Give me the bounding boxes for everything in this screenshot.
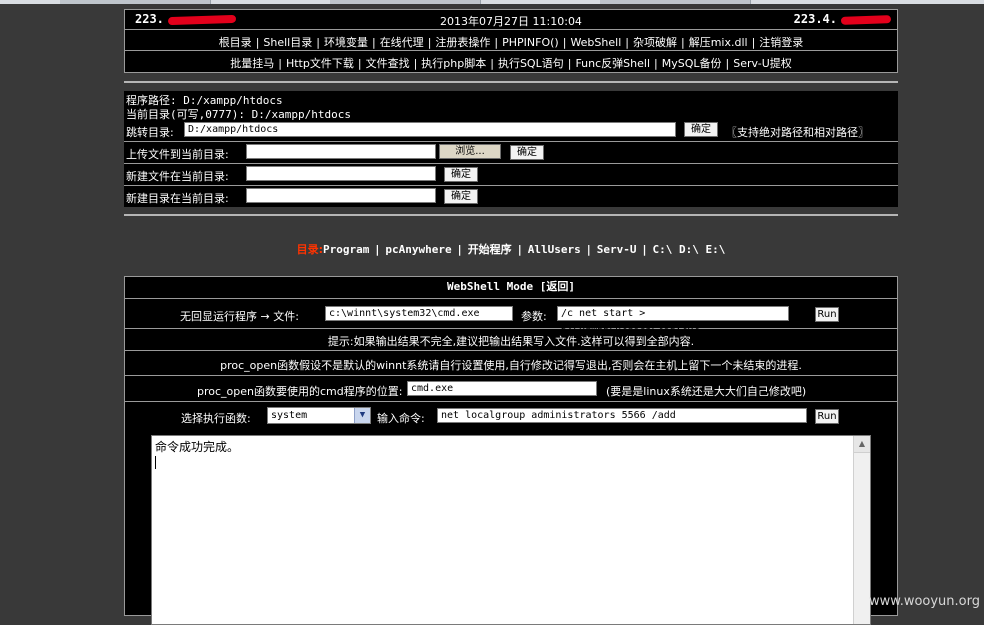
browser-tab[interactable] [330,0,481,4]
command-label: 输入命令: [377,412,425,425]
jump-row: 跳转目录: D:/xampp/htdocs 确定 〖支持绝对路径和相对路径〗 [124,120,898,141]
newdir-label: 新建目录在当前目录: [126,192,229,205]
run-noecho-button[interactable]: Run [815,307,839,322]
upload-label: 上传文件到当前目录: [126,148,229,161]
jump-note: 〖支持绝对路径和相对路径〗 [726,126,869,139]
nav-root-dir[interactable]: 根目录 [219,36,252,49]
dir-drives[interactable]: C:\ D:\ E:\ [653,243,726,256]
newdir-row: 新建目录在当前目录: 确定 [124,185,898,206]
webshell-title-row: WebShell Mode [返回] [125,277,897,299]
nav-reverse-shell[interactable]: Func反弹Shell [575,57,650,70]
nav-http-download[interactable]: Http文件下载 [286,57,354,70]
cmd-path-row: proc_open函数要使用的cmd程序的位置: cmd.exe (要是是lin… [125,376,897,402]
header-info-row: 223. 2013年07月27日 11:10:04 223.4. [125,10,897,30]
back-link[interactable]: [返回] [540,280,575,293]
directory-shortcuts: 目录:Program | pcAnywhere | 开始程序 | AllUsers | Serv… [296,243,726,256]
nav-exec-sql[interactable]: 执行SQL语句 [498,57,564,70]
newfile-row: 新建文件在当前目录: 确定 [124,163,898,184]
nav-logout[interactable]: 注销登录 [759,36,803,49]
dir-start-menu[interactable]: 开始程序 [468,243,512,256]
secondary-nav: 批量挂马 | Http文件下载 | 文件查找 | 执行php脚本 | 执行SQL语句 | Func反… [230,57,792,70]
browser-tab[interactable] [600,0,751,4]
divider [124,214,898,216]
upload-row: 上传文件到当前目录: 浏览... 确定 [124,141,898,162]
newfile-confirm-button[interactable]: 确定 [444,167,478,182]
jump-label: 跳转目录: [126,126,174,139]
redaction-mark [840,14,892,25]
param-label: 参数: [521,310,547,323]
nav-mysql-backup[interactable]: MySQL备份 [662,57,722,70]
newfile-input[interactable] [246,166,436,181]
nav-servu-privesc[interactable]: Serv-U提权 [733,57,792,70]
dir-program[interactable]: Program [323,243,369,256]
hint-output-incomplete: 提示:如果输出结果不完全,建议把输出结果写入文件.这样可以得到全部内容. [327,335,695,348]
browser-tab-strip [0,0,984,4]
cmd-path-note: (要是是linux系统还是大大们自己修改吧) [606,385,807,398]
primary-nav-row: 根目录 | Shell目录 | 环境变量 | 在线代理 | 注册表操作 | PHPINFO() | We… [125,31,897,51]
chevron-down-icon: ▼ [354,408,370,423]
nav-online-proxy[interactable]: 在线代理 [380,36,424,49]
func-label: 选择执行函数: [181,412,251,425]
noecho-label: 无回显运行程序 → 文件: [180,310,299,323]
run-command-button[interactable]: Run [815,409,839,424]
nav-unzip-mix[interactable]: 解压mix.dll [689,36,748,49]
scroll-up-arrow-icon[interactable]: ▲ [854,436,870,453]
nav-registry[interactable]: 注册表操作 [435,36,490,49]
newdir-confirm-button[interactable]: 确定 [444,189,478,204]
dir-label: 目录: [296,243,324,256]
dir-allusers[interactable]: AllUsers [528,243,581,256]
browser-tab[interactable] [60,0,211,4]
nav-shell-dir[interactable]: Shell目录 [263,36,312,49]
divider [124,81,898,83]
exec-function-select[interactable]: system ▼ [267,407,371,424]
nav-webshell[interactable]: WebShell [570,36,621,49]
primary-nav: 根目录 | Shell目录 | 环境变量 | 在线代理 | 注册表操作 | PHPINFO() | We… [218,36,804,49]
browse-button[interactable]: 浏览... [439,144,501,159]
server-ip-right: 223.4. [794,12,892,26]
upload-file-input[interactable] [246,144,436,159]
jump-dir-input[interactable]: D:/xampp/htdocs [184,122,676,137]
webshell-panel: WebShell Mode [返回] 无回显运行程序 → 文件: c:\winn… [124,276,898,625]
hint-proc-open: proc_open函数假设不是默认的winnt系统请自行设置使用,自行修改记得写… [220,359,802,372]
jump-confirm-button[interactable]: 确定 [684,122,718,137]
noecho-run-row: 无回显运行程序 → 文件: c:\winnt\system32\cmd.exe … [125,299,897,332]
nav-env-vars[interactable]: 环境变量 [324,36,368,49]
dir-pcanywhere[interactable]: pcAnywhere [385,243,451,256]
text-caret [155,456,156,469]
upload-confirm-button[interactable]: 确定 [510,145,544,160]
file-operations-panel: 程序路径: D:/xampp/htdocs 当前目录(可写,0777): D:/… [124,91,898,207]
nav-batch-trojan[interactable]: 批量挂马 [230,57,274,70]
output-text: 命令成功完成。 [155,440,240,454]
command-input[interactable]: net localgroup administrators 5566 /add [437,408,807,423]
nav-phpinfo[interactable]: PHPINFO() [502,36,559,49]
webshell-title: WebShell Mode [447,280,534,293]
exec-row: 选择执行函数: system ▼ 输入命令: net localgroup ad… [125,402,897,430]
hint-row-2: proc_open函数假设不是默认的winnt系统请自行设置使用,自行修改记得写… [125,351,897,376]
cmd-path-label: proc_open函数要使用的cmd程序的位置: [197,385,403,398]
watermark: www.wooyun.org [868,594,980,609]
server-datetime: 2013年07月27日 11:10:04 [440,15,582,28]
newfile-label: 新建文件在当前目录: [126,170,229,183]
command-output-textarea[interactable]: 命令成功完成。 ▲ [151,435,871,625]
hint-row-1: 提示:如果输出结果不完全,建议把输出结果写入文件.这样可以得到全部内容. [125,329,897,351]
cmd-path-input[interactable]: cmd.exe [407,381,597,396]
header-panel: 223. 2013年07月27日 11:10:04 223.4. 根目录 | She… [124,9,898,73]
secondary-nav-row: 批量挂马 | Http文件下载 | 文件查找 | 执行php脚本 | 执行SQL语句 | Func反… [125,52,897,72]
param-input[interactable]: /c net start > D:/xampp/htdocs/log.txt [557,306,789,332]
dir-servu[interactable]: Serv-U [597,243,637,256]
nav-file-search[interactable]: 文件查找 [366,57,410,70]
nav-exec-php[interactable]: 执行php脚本 [421,57,486,70]
nav-misc-crack[interactable]: 杂项破解 [633,36,677,49]
program-file-input[interactable]: c:\winnt\system32\cmd.exe [325,306,513,321]
newdir-input[interactable] [246,188,436,203]
output-scrollbar[interactable]: ▲ [853,436,870,624]
